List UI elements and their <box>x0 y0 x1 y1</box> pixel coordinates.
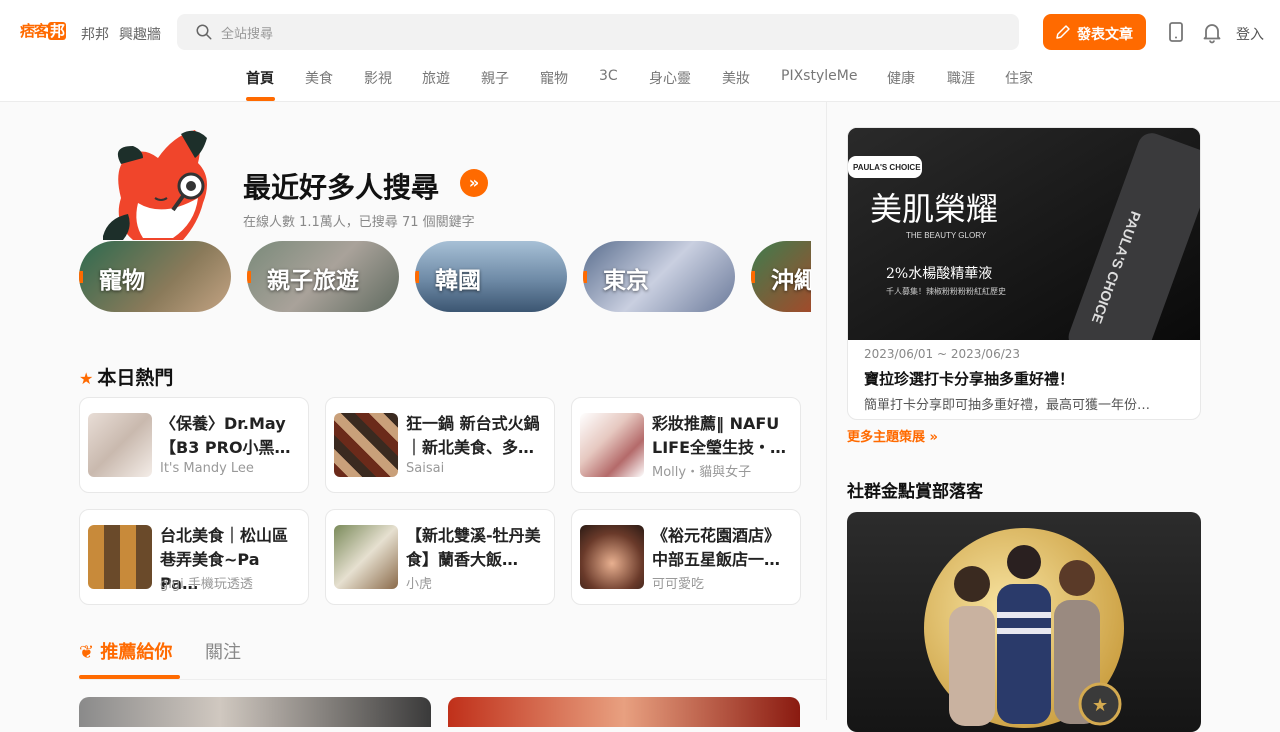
hot-article-card[interactable]: 狂一鍋 新台式火鍋｜新北美食、多… Saisai <box>325 397 555 493</box>
feed-card-image[interactable] <box>79 697 431 727</box>
golden-award-image: ★ <box>924 528 1124 728</box>
golden-award-card[interactable]: ★ <box>847 512 1201 732</box>
tab-3c[interactable]: 3C <box>599 68 618 84</box>
site-logo[interactable]: 痞客邦 <box>17 20 69 42</box>
tab-follow[interactable]: 關注 <box>205 638 241 664</box>
campaign-description: 簡單打卡分享即可抽多重好禮，最高可獲一年份… <box>864 398 1151 413</box>
svg-text:2%水楊酸精華液: 2%水楊酸精華液 <box>886 265 992 282</box>
campaign-card[interactable]: PAULA'S CHOICE PAULA'S CHOICE 美肌榮耀 THE B… <box>847 127 1201 420</box>
feed-tabs: ❦ 推薦給你 關注 <box>79 638 826 680</box>
campaign-banner-image: PAULA'S CHOICE PAULA'S CHOICE 美肌榮耀 THE B… <box>848 128 1200 340</box>
tab-pets[interactable]: 寵物 <box>540 68 568 88</box>
mobile-icon[interactable] <box>1164 20 1188 44</box>
tab-mind-body[interactable]: 身心靈 <box>649 68 691 88</box>
tab-home[interactable]: 首頁 <box>246 68 274 88</box>
active-tab-indicator <box>246 97 275 101</box>
trending-title[interactable]: 最近好多人搜尋 <box>243 166 439 206</box>
chevron-double-right-icon[interactable]: » <box>460 169 488 197</box>
keyword-pill[interactable]: 沖繩 <box>751 241 811 312</box>
tab-food[interactable]: 美食 <box>305 68 333 88</box>
trending-subtitle: 在線人數 1.1萬人，已搜尋 71 個關鍵字 <box>243 215 475 230</box>
article-thumbnail <box>580 413 644 477</box>
feed-card-image[interactable] <box>448 697 800 727</box>
tab-career[interactable]: 職涯 <box>947 68 975 88</box>
svg-text:美肌榮耀: 美肌榮耀 <box>870 190 998 228</box>
chevron-double-right-icon: » <box>929 430 938 445</box>
tab-pixstyleme[interactable]: PIXstyleMe <box>781 68 857 84</box>
article-thumbnail <box>334 413 398 477</box>
pencil-icon <box>1056 25 1070 39</box>
category-nav: 首頁 美食 影視 旅遊 親子 寵物 3C 身心靈 美妝 PIXstyleMe 健… <box>0 68 1280 102</box>
link-interest-wall[interactable]: 興趣牆 <box>119 24 161 44</box>
post-article-button[interactable]: 發表文章 <box>1043 14 1146 50</box>
more-curations-link[interactable]: 更多主題策展 » <box>847 426 938 445</box>
tab-recommend[interactable]: ❦ 推薦給你 <box>79 638 172 664</box>
star-icon: ★ <box>79 369 94 388</box>
tab-home-living[interactable]: 住家 <box>1005 68 1033 88</box>
active-feed-tab-indicator <box>79 675 180 679</box>
article-thumbnail <box>580 525 644 589</box>
login-link[interactable]: 登入 <box>1236 24 1264 44</box>
butterfly-icon: ❦ <box>79 642 95 663</box>
svg-text:THE BEAUTY GLORY: THE BEAUTY GLORY <box>906 231 987 240</box>
tab-health[interactable]: 健康 <box>887 68 915 88</box>
today-hot-heading: ★ 本日熱門 <box>79 367 174 389</box>
tab-travel[interactable]: 旅遊 <box>422 68 450 88</box>
hot-article-card[interactable]: 〈保養〉Dr.May【B3 PRO小黑… It's Mandy Lee <box>79 397 309 493</box>
hot-article-card[interactable]: 彩妝推薦‖ NAFU LIFE全瑩生技・… Molly・貓與女子 <box>571 397 801 493</box>
link-bangbang[interactable]: 邦邦 <box>81 24 109 44</box>
article-thumbnail <box>88 525 152 589</box>
golden-award-heading: 社群金點賞部落客 <box>847 482 983 502</box>
keyword-pill[interactable]: 韓國 <box>415 241 567 312</box>
keyword-carousel: 寵物 親子旅遊 韓國 東京 沖繩 <box>79 241 811 312</box>
site-header: 痞客邦 邦邦 興趣牆 全站搜尋 發表文章 登入 首頁 美食 影視 旅遊 親子 寵… <box>0 0 1280 102</box>
keyword-pill[interactable]: 寵物 <box>79 241 231 312</box>
search-icon <box>196 24 212 40</box>
article-thumbnail <box>334 525 398 589</box>
mascot-illustration <box>103 130 207 240</box>
search-input[interactable]: 全站搜尋 <box>177 14 1019 50</box>
svg-text:★: ★ <box>1092 695 1108 716</box>
keyword-pill[interactable]: 親子旅遊 <box>247 241 399 312</box>
hot-article-card[interactable]: 《裕元花園酒店》中部五星飯店一… 可可愛吃 <box>571 509 801 605</box>
hot-article-card[interactable]: 【新北雙溪-牡丹美食】蘭香大飯… 小虎 <box>325 509 555 605</box>
tab-beauty[interactable]: 美妝 <box>722 68 750 88</box>
search-placeholder: 全站搜尋 <box>221 27 274 42</box>
tab-family[interactable]: 親子 <box>481 68 509 88</box>
hot-article-card[interactable]: 台北美食｜松山區巷弄美食~Pa Pa… gigi 手機玩透透 <box>79 509 309 605</box>
svg-text:千人募集！辣椒粉粉粉粉紅紅歷史: 千人募集！辣椒粉粉粉粉紅紅歷史 <box>886 286 1006 296</box>
column-divider <box>826 102 827 720</box>
bell-icon[interactable] <box>1200 20 1224 44</box>
tab-film[interactable]: 影視 <box>364 68 392 88</box>
campaign-title: 寶拉珍選打卡分享抽多重好禮！ <box>864 370 1075 388</box>
article-thumbnail <box>88 413 152 477</box>
campaign-date: 2023/06/01 ~ 2023/06/23 <box>864 347 1021 361</box>
keyword-pill[interactable]: 東京 <box>583 241 735 312</box>
svg-text:PAULA'S CHOICE: PAULA'S CHOICE <box>853 163 921 172</box>
